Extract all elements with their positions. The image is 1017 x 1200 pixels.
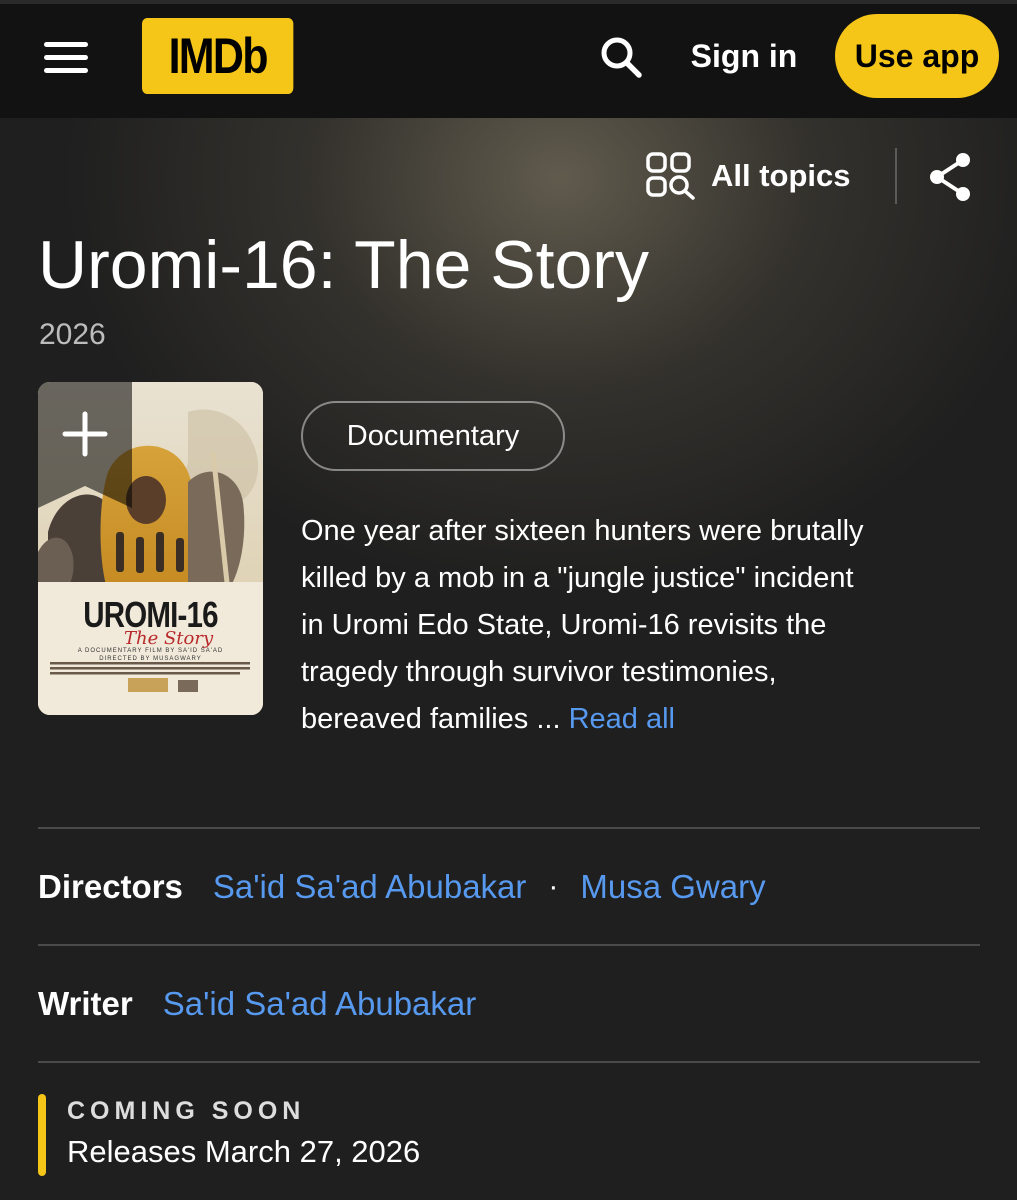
poster-subtitle-text: The Story [124, 628, 214, 649]
all-topics-button[interactable]: All topics [645, 146, 851, 206]
add-to-watchlist-button[interactable] [38, 382, 132, 508]
read-all-link[interactable]: Read all [569, 703, 675, 735]
divider [38, 1061, 980, 1063]
plot-line: killed by a mob in a "jungle justice" in… [301, 562, 854, 594]
directors-label: Directors [38, 868, 183, 905]
poster-directed-by: DIRECTED BY MUSAGWARY [99, 656, 202, 662]
imdb-logo[interactable]: IMDb [142, 18, 294, 94]
coming-soon-accent-bar [38, 1094, 46, 1176]
hamburger-menu-icon[interactable] [34, 34, 98, 84]
page-title: Uromi-16: The Story [38, 227, 649, 303]
director-link-said-saad-abubakar[interactable]: Sa'id Sa'ad Abubakar [213, 868, 527, 906]
plot-line: in Uromi Edo State, Uromi-16 revisits th… [301, 609, 827, 641]
plus-icon [62, 411, 108, 457]
poster-tagline: A DOCUMENTARY FILM BY SA'ID SA'AD [77, 648, 224, 654]
release-date: Releases March 27, 2026 [67, 1134, 421, 1169]
toolbar-divider [895, 148, 897, 204]
plot-last-line: bereaved families ... Read all [301, 696, 981, 743]
writer-link-said-saad-abubakar[interactable]: Sa'id Sa'ad Abubakar [163, 985, 477, 1023]
credit-separator: · [548, 870, 559, 903]
share-icon[interactable] [922, 148, 980, 206]
use-app-button[interactable]: Use app [835, 14, 999, 98]
plot-summary: One year after sixteen hunters were brut… [301, 508, 981, 743]
release-year: 2026 [39, 318, 106, 351]
writer-label: Writer [38, 985, 133, 1022]
writer-row: Writer Sa'id Sa'ad Abubakar [38, 974, 476, 1034]
genre-chip-documentary[interactable]: Documentary [301, 401, 565, 471]
all-topics-label: All topics [711, 158, 851, 193]
directors-row: Directors Sa'id Sa'ad Abubakar · Musa Gw… [38, 857, 766, 917]
movie-poster[interactable]: UROMI-16 The Story A DOCUMENTARY FILM BY… [38, 382, 263, 715]
plot-line: One year after sixteen hunters were brut… [301, 515, 864, 547]
divider [38, 944, 980, 946]
director-link-musa-gwary[interactable]: Musa Gwary [580, 868, 765, 906]
top-app-bar: IMDb Sign in Use app [0, 0, 1017, 118]
coming-soon-label: COMING SOON [67, 1097, 306, 1125]
divider [38, 827, 980, 829]
plot-line-text: bereaved families ... [301, 703, 561, 735]
search-icon[interactable] [594, 30, 650, 86]
grid-search-icon [646, 152, 695, 200]
plot-line: tragedy through survivor testimonies, [301, 656, 777, 688]
sign-in-button[interactable]: Sign in [676, 32, 812, 80]
